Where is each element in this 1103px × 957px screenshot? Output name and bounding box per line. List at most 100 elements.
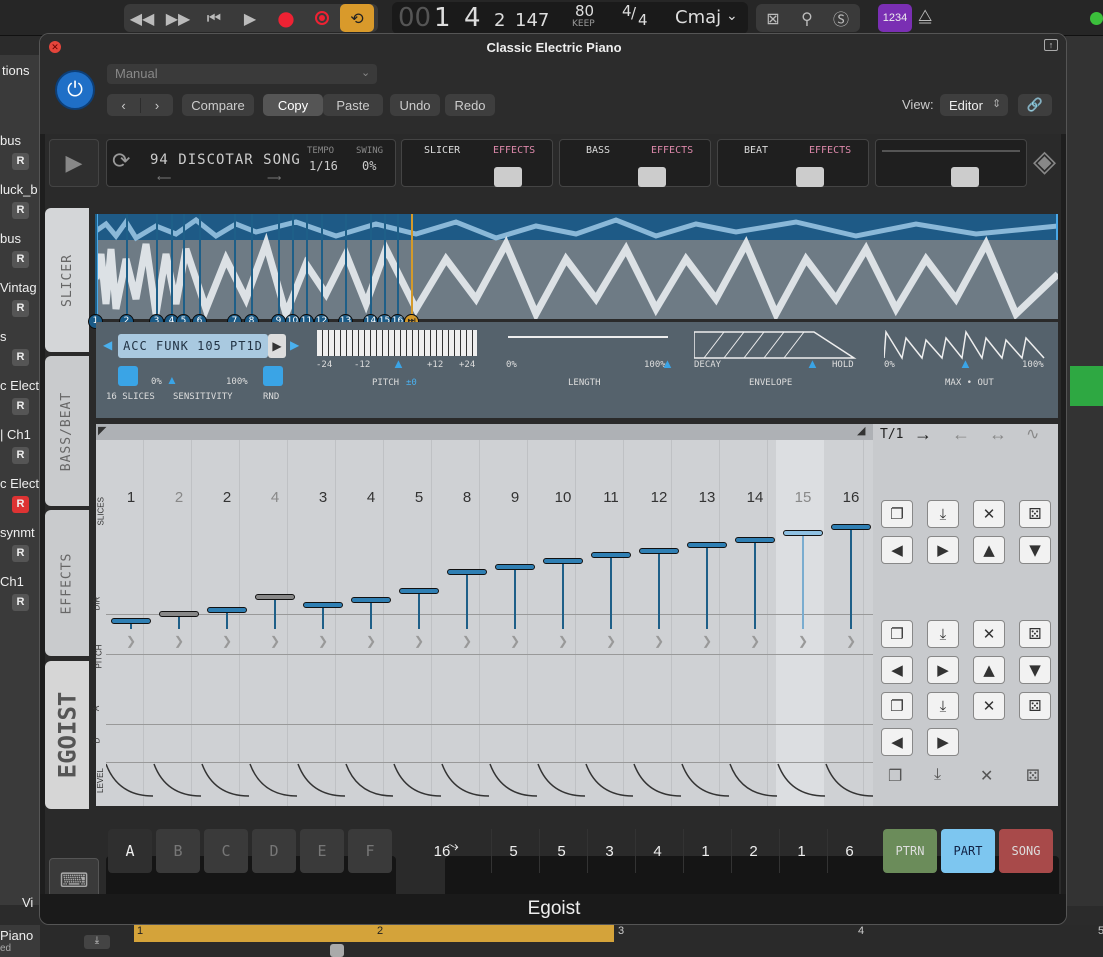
envelope-graph[interactable] [694, 330, 859, 360]
close-box-icon[interactable]: ⊠ [756, 4, 790, 32]
redo-button[interactable]: Redo [445, 94, 495, 116]
copy-button[interactable]: Copy [263, 94, 323, 116]
direction-arrow-icon[interactable]: ❯ [683, 634, 731, 648]
direction-arrow-icon[interactable]: ❯ [491, 634, 539, 648]
slice-step-bar[interactable] [159, 610, 199, 617]
record-button[interactable]: ● [268, 4, 304, 32]
record-enable-button[interactable]: R [12, 496, 29, 513]
pattern-length[interactable]: 16 [412, 829, 472, 873]
record-enable-button[interactable]: R [12, 447, 29, 464]
record-enable-button[interactable]: R [12, 398, 29, 415]
loop-end-icon[interactable]: ◢ [857, 424, 865, 437]
pitch-up-button[interactable]: ▲ [973, 656, 1005, 684]
part-step-value[interactable]: 3 [587, 829, 631, 873]
shift-right-button[interactable]: ▶ [927, 536, 959, 564]
part-step-value[interactable]: 5 [539, 829, 583, 873]
decay-row[interactable] [106, 762, 873, 798]
play-sample-button[interactable]: ▶ [268, 334, 286, 358]
direction-arrow-icon[interactable]: ❯ [347, 634, 395, 648]
tab-bass-beat[interactable]: BASS/BEAT [45, 356, 89, 506]
direction-random-icon[interactable]: ∿ [1026, 424, 1039, 444]
song-left-arrow[interactable]: ⟵ [157, 173, 171, 184]
random-pitch-button[interactable]: ⚄ [1019, 620, 1051, 648]
slice-step-bar[interactable] [639, 547, 679, 554]
part-a-button[interactable]: A [108, 829, 152, 873]
clear-level-icon[interactable]: ✕ [980, 766, 993, 786]
env-right-button[interactable]: ▶ [927, 728, 959, 756]
slice-step-bar[interactable] [399, 588, 439, 595]
direction-arrow-icon[interactable]: ❯ [827, 634, 875, 648]
previous-preset-button[interactable]: ‹ [107, 98, 140, 113]
record-enable-button[interactable]: R [12, 251, 29, 268]
envelope-slider[interactable]: ▲ [806, 356, 819, 371]
slice-step-bar[interactable] [255, 594, 295, 601]
slice-step-bar[interactable] [735, 537, 775, 543]
compare-button[interactable]: Compare [182, 94, 254, 116]
capture-record-button[interactable] [304, 4, 340, 32]
tempo-value[interactable]: 1/16 [309, 159, 338, 173]
slices-icon[interactable] [118, 366, 138, 386]
slice-step-bar[interactable] [543, 558, 583, 564]
ptrn-mode-button[interactable]: PTRN [883, 829, 937, 873]
region-bar[interactable] [134, 925, 614, 942]
track-name[interactable]: | Ch1 [0, 427, 31, 442]
record-enable-button[interactable]: R [12, 300, 29, 317]
paste-level-icon[interactable]: ⤓ [934, 766, 941, 784]
lcd-display[interactable]: 00 1 4 2 147 80 KEEP 4 / 4 Cmaj ⌄ [392, 2, 748, 34]
track-name[interactable]: Ch1 [0, 574, 24, 589]
solo-box-icon[interactable]: Ⓢ [824, 4, 858, 32]
pitch-right-button[interactable]: ▶ [927, 656, 959, 684]
paste-pitch-button[interactable]: ⤓ [927, 620, 959, 648]
copy-level-icon[interactable]: ❐ [888, 766, 902, 786]
part-step-value[interactable]: 5 [491, 829, 535, 873]
direction-arrow-icon[interactable]: ❯ [299, 634, 347, 648]
download-icon[interactable]: ⤓ [84, 935, 110, 949]
track-name[interactable]: c Elect [0, 378, 39, 393]
pitch-keyboard[interactable] [317, 330, 477, 356]
sensitivity-slider[interactable]: ▲ [166, 373, 178, 387]
clear-row-button[interactable]: ✕ [973, 500, 1005, 528]
part-step-value[interactable]: 1 [683, 829, 727, 873]
slice-step-bar[interactable] [495, 563, 535, 570]
record-enable-button[interactable]: R [12, 349, 29, 366]
cycle-button[interactable]: ⟲ [340, 4, 374, 32]
copy-env-button[interactable]: ❐ [881, 692, 913, 720]
paste-button[interactable]: Paste [323, 94, 383, 116]
region-block[interactable] [1070, 366, 1103, 406]
record-enable-button[interactable]: R [12, 594, 29, 611]
track-name[interactable]: c Elect [0, 476, 39, 491]
mixer-effects-label[interactable]: EFFECTS [651, 145, 693, 156]
waveform-view[interactable] [96, 214, 1058, 319]
song-mode-button[interactable]: SONG [999, 829, 1053, 873]
direction-forward-icon[interactable]: → [914, 424, 932, 445]
prev-sample-icon[interactable]: ◀ [103, 338, 112, 352]
expand-icon[interactable]: ↑ [1044, 39, 1058, 51]
refresh-icon[interactable]: ⟳ [112, 148, 130, 174]
bottom-track-name[interactable]: Piano [0, 928, 33, 943]
direction-arrow-icon[interactable]: ❯ [731, 634, 779, 648]
loop-range-bar[interactable] [96, 424, 873, 440]
direction-arrow-icon[interactable]: ❯ [107, 634, 155, 648]
paste-env-button[interactable]: ⤓ [927, 692, 959, 720]
part-mode-button[interactable]: PART [941, 829, 995, 873]
mixer-effects-label[interactable]: EFFECTS [809, 145, 851, 156]
loop-start-icon[interactable]: ◤ [98, 424, 106, 437]
shift-down-button[interactable]: ▼ [1019, 536, 1051, 564]
slice-step-bar[interactable] [303, 602, 343, 609]
view-menu[interactable]: Vi [22, 895, 33, 910]
random-level-icon[interactable]: ⚄ [1026, 766, 1040, 786]
copy-pitch-button[interactable]: ❐ [881, 620, 913, 648]
track-name[interactable]: Vintag [0, 280, 37, 295]
part-step-value[interactable]: 1 [779, 829, 823, 873]
mixer-effects-label[interactable]: EFFECTS [493, 145, 535, 156]
forward-button[interactable]: ▶▶ [160, 4, 196, 32]
pitch-left-button[interactable]: ◀ [881, 656, 913, 684]
mixer-fader[interactable] [638, 167, 666, 187]
record-enable-button[interactable]: R [12, 153, 29, 170]
timing-value[interactable]: T/1 [880, 427, 903, 442]
part-c-button[interactable]: C [204, 829, 248, 873]
slice-step-bar[interactable] [831, 524, 871, 531]
random-row-button[interactable]: ⚄ [1019, 500, 1051, 528]
play-button[interactable]: ▶ [49, 139, 99, 187]
part-step-value[interactable]: 2 [731, 829, 775, 873]
